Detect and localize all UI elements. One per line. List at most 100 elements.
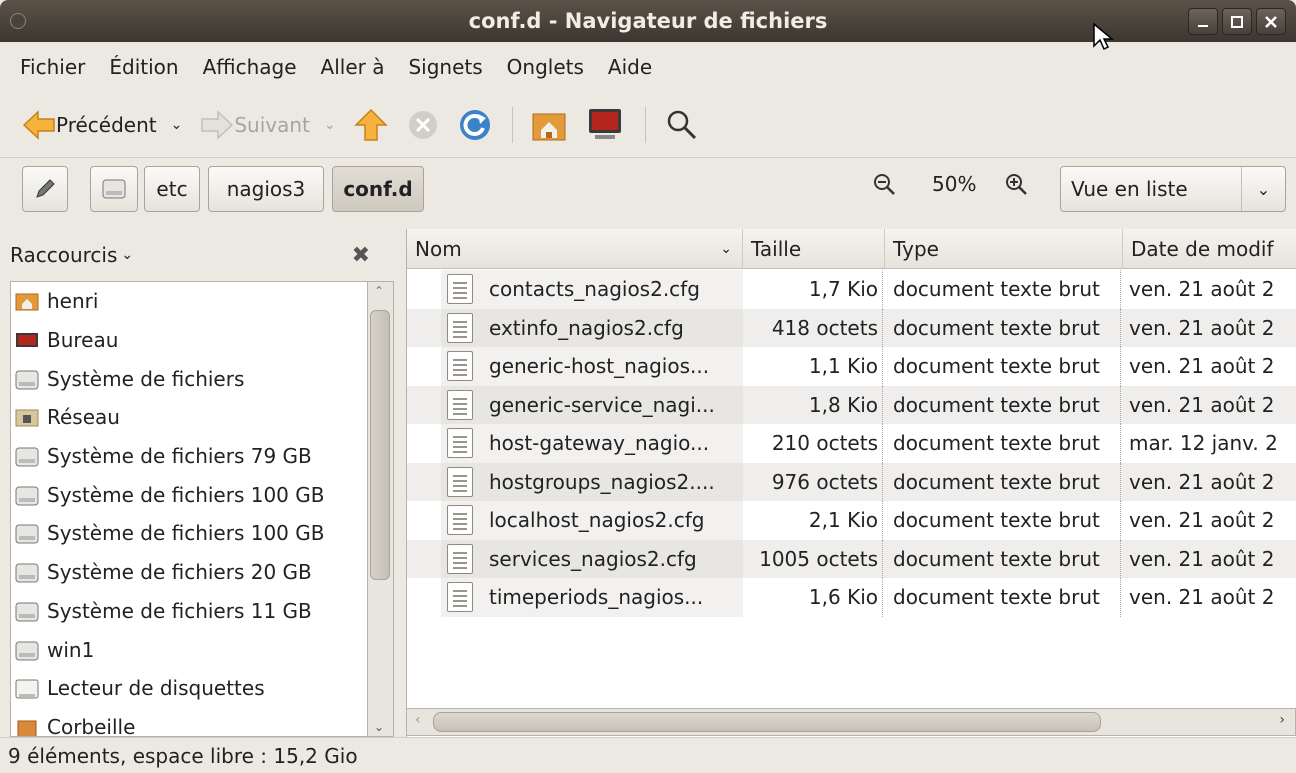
file-type: document texte brut (885, 308, 1121, 347)
menu-aller-a[interactable]: Aller à (309, 55, 397, 79)
sidebar-item-2[interactable]: Système de fichiers (11, 359, 367, 398)
menu-edition[interactable]: Édition (97, 55, 190, 79)
close-button[interactable] (1256, 8, 1286, 35)
sidebar-item-3[interactable]: Réseau (11, 398, 367, 437)
text-file-icon (447, 351, 473, 381)
file-date: ven. 21 août 2 (1129, 585, 1275, 610)
minimize-icon (1198, 24, 1208, 27)
sidebar-header[interactable]: Raccourcis ⌄ ✖ (0, 229, 398, 281)
menu-aide[interactable]: Aide (596, 55, 664, 79)
sidebar-item-11[interactable]: Corbeille (11, 708, 367, 736)
toolbar-separator (511, 106, 513, 143)
zoom-in-icon (1006, 174, 1027, 195)
scroll-up-icon[interactable]: ⌃ (374, 284, 384, 298)
zoom-out-button[interactable] (872, 172, 896, 201)
pencil-icon (36, 179, 55, 198)
file-date: ven. 21 août 2 (1129, 277, 1275, 302)
file-row[interactable]: localhost_nagios2.cfg 2,1 Kio document tex… (407, 501, 1296, 540)
status-bar: 9 éléments, espace libre : 15,2 Gio (0, 737, 1296, 773)
sidebar-item-4[interactable]: Système de fichiers 79 GB (11, 437, 367, 476)
file-row[interactable]: host-gateway_nagio... 210 octets document … (407, 424, 1296, 463)
drive-icon (15, 562, 41, 583)
file-type: document texte brut (885, 424, 1121, 463)
path-root-button[interactable] (90, 166, 138, 212)
drive-icon (15, 369, 41, 390)
sidebar-item-8[interactable]: Système de fichiers 11 GB (11, 592, 367, 631)
maximize-button[interactable] (1222, 8, 1252, 35)
sidebar: Raccourcis ⌄ ✖ henri Bureau Système de fic… (0, 229, 398, 737)
file-size: 1005 octets (743, 539, 883, 578)
view-mode-value: Vue en liste (1071, 177, 1188, 201)
file-size: 1,6 Kio (743, 578, 883, 617)
file-type: document texte brut (885, 501, 1121, 540)
view-mode-select[interactable]: Vue en liste ⌄ (1060, 166, 1286, 212)
sidebar-item-1[interactable]: Bureau (11, 321, 367, 360)
file-size: 976 octets (743, 462, 883, 501)
menu-affichage[interactable]: Affichage (191, 55, 309, 79)
path-segment-etc[interactable]: etc (144, 166, 200, 212)
file-list: Nom ⌄ Taille Type Date de modif contacts… (406, 229, 1296, 737)
minimize-button[interactable] (1188, 8, 1218, 35)
sidebar-item-label: Bureau (47, 328, 119, 353)
file-name: timeperiods_nagios... (441, 578, 743, 617)
stop-icon (408, 110, 437, 139)
toggle-location-entry-button[interactable] (22, 166, 68, 212)
home-button[interactable] (531, 108, 567, 142)
stop-button[interactable] (406, 108, 440, 142)
horizontal-scrollbar-thumb[interactable] (433, 712, 1101, 732)
up-arrow-icon (353, 108, 388, 141)
sidebar-title: Raccourcis (10, 243, 118, 267)
up-button[interactable] (353, 108, 388, 142)
sidebar-item-5[interactable]: Système de fichiers 100 GB (11, 475, 367, 514)
sidebar-item-6[interactable]: Système de fichiers 100 GB (11, 514, 367, 553)
column-header-date[interactable]: Date de modif (1123, 229, 1296, 269)
path-segment-nagios3[interactable]: nagios3 (208, 166, 324, 212)
drive-icon (15, 446, 41, 467)
scroll-right-icon[interactable]: › (1279, 712, 1285, 728)
file-row[interactable]: services_nagios2.cfg 1005 octets document … (407, 539, 1296, 578)
column-header-size[interactable]: Taille (743, 229, 885, 269)
home-folder-icon (15, 291, 41, 311)
column-header-name[interactable]: Nom ⌄ (407, 229, 743, 269)
sidebar-item-10[interactable]: Lecteur de disquettes (11, 669, 367, 708)
zoom-level[interactable]: 50% (932, 172, 976, 196)
file-row[interactable]: contacts_nagios2.cfg 1,7 Kio document text… (407, 270, 1296, 309)
back-button[interactable]: Précédent ⌄ (22, 109, 183, 140)
file-row[interactable]: generic-service_nagi... 1,8 Kio document t… (407, 385, 1296, 424)
menu-onglets[interactable]: Onglets (495, 55, 596, 79)
file-row[interactable]: generic-host_nagios... 1,1 Kio document te… (407, 347, 1296, 386)
scroll-left-icon[interactable]: ‹ (415, 712, 421, 728)
sidebar-item-9[interactable]: win1 (11, 630, 367, 669)
back-history-dropdown[interactable]: ⌄ (171, 117, 183, 133)
computer-button[interactable] (585, 107, 625, 143)
close-sidebar-icon[interactable]: ✖ (352, 243, 370, 268)
path-segment-conf-d[interactable]: conf.d (332, 166, 424, 212)
forward-history-dropdown[interactable]: ⌄ (324, 117, 336, 133)
file-row[interactable]: extinfo_nagios2.cfg 418 octets document te… (407, 308, 1296, 347)
file-size: 210 octets (743, 424, 883, 463)
file-date: ven. 21 août 2 (1129, 392, 1275, 417)
zoom-in-button[interactable] (1004, 172, 1028, 201)
toolbar: Précédent ⌄ Suivant ⌄ (0, 92, 1296, 158)
file-row[interactable]: timeperiods_nagios... 1,6 Kio document tex… (407, 578, 1296, 617)
reload-button[interactable] (458, 108, 492, 142)
scrollbar-thumb[interactable] (370, 310, 390, 580)
file-date: mar. 12 janv. 2 (1129, 431, 1278, 456)
places-list: henri Bureau Système de fichiers Réseau Syst… (10, 281, 368, 737)
sidebar-item-label: Lecteur de disquettes (47, 676, 265, 701)
search-button[interactable] (664, 108, 698, 142)
sidebar-scrollbar[interactable]: ⌃ ⌄ (368, 281, 394, 737)
file-name: generic-service_nagi... (441, 385, 743, 424)
scroll-down-icon[interactable]: ⌄ (374, 720, 384, 734)
column-header-type[interactable]: Type (885, 229, 1123, 269)
horizontal-scrollbar[interactable]: ‹ › (406, 708, 1296, 736)
file-row[interactable]: hostgroups_nagios2.... 976 octets document… (407, 462, 1296, 501)
sidebar-item-7[interactable]: Système de fichiers 20 GB (11, 553, 367, 592)
menu-signets[interactable]: Signets (396, 55, 494, 79)
file-type: document texte brut (885, 539, 1121, 578)
forward-arrow-icon (201, 109, 234, 140)
column-name-label: Nom (415, 236, 462, 261)
menu-fichier[interactable]: Fichier (8, 55, 97, 79)
sidebar-item-0[interactable]: henri (11, 282, 367, 321)
forward-button[interactable]: Suivant ⌄ (200, 109, 336, 140)
